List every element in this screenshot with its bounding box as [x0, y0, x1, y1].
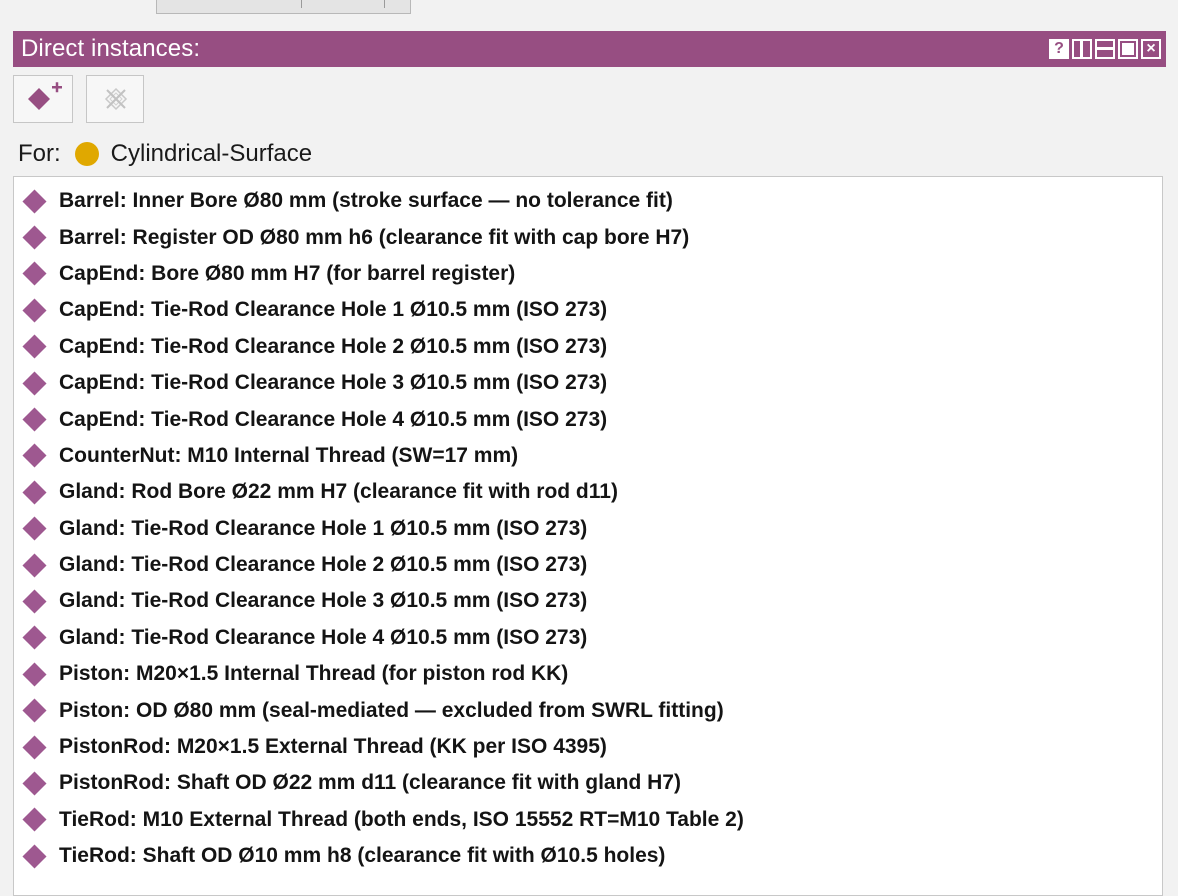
instance-diamond-icon [22, 334, 47, 359]
instance-diamond-icon [22, 261, 47, 286]
list-item[interactable]: PistonRod: Shaft OD Ø22 mm d11 (clearanc… [14, 765, 1162, 801]
instance-diamond-icon [22, 516, 47, 541]
instance-diamond-icon [22, 771, 47, 796]
list-item[interactable]: CapEnd: Bore Ø80 mm H7 (for barrel regis… [14, 256, 1162, 292]
tab-fragment[interactable] [156, 0, 411, 14]
instance-label: Gland: Tie-Rod Clearance Hole 3 Ø10.5 mm… [59, 589, 588, 613]
instance-diamond-icon [22, 443, 47, 468]
instance-diamond-icon [22, 844, 47, 869]
tab-strip [0, 0, 1178, 16]
list-item[interactable]: CapEnd: Tie-Rod Clearance Hole 4 Ø10.5 m… [14, 401, 1162, 437]
instance-diamond-icon [22, 480, 47, 505]
instance-diamond-icon [22, 371, 47, 396]
list-item[interactable]: TieRod: M10 External Thread (both ends, … [14, 802, 1162, 838]
class-circle-icon [74, 142, 99, 166]
instance-label: Gland: Tie-Rod Clearance Hole 1 Ø10.5 mm… [59, 516, 588, 540]
list-item[interactable]: TieRod: Shaft OD Ø10 mm h8 (clearance fi… [14, 838, 1162, 874]
list-item[interactable]: PistonRod: M20×1.5 External Thread (KK p… [14, 729, 1162, 765]
add-instance-icon [28, 82, 62, 110]
class-name[interactable]: Cylindrical-Surface [111, 140, 312, 168]
panel-titlebar: Direct instances: ? × [13, 31, 1166, 67]
close-icon[interactable]: × [1141, 39, 1161, 59]
list-item[interactable]: Piston: M20×1.5 Internal Thread (for pis… [14, 656, 1162, 692]
instance-diamond-icon [22, 407, 47, 432]
instance-diamond-icon [22, 589, 47, 614]
list-item[interactable]: Barrel: Inner Bore Ø80 mm (stroke surfac… [14, 183, 1162, 219]
panel-title: Direct instances: [21, 35, 201, 62]
instance-diamond-icon [22, 625, 47, 650]
instance-label: TieRod: Shaft OD Ø10 mm h8 (clearance fi… [59, 844, 666, 868]
instance-label: Gland: Rod Bore Ø22 mm H7 (clearance fit… [59, 480, 618, 504]
maximize-icon[interactable] [1118, 39, 1138, 59]
instances-list[interactable]: Barrel: Inner Bore Ø80 mm (stroke surfac… [13, 176, 1163, 896]
instance-diamond-icon [22, 225, 47, 250]
split-horizontal-icon[interactable] [1095, 39, 1115, 59]
instance-diamond-icon [22, 735, 47, 760]
window-controls: ? × [1049, 39, 1161, 59]
instance-label: Gland: Tie-Rod Clearance Hole 4 Ø10.5 mm… [59, 625, 588, 649]
create-instance-button[interactable] [13, 75, 73, 123]
instance-label: TieRod: M10 External Thread (both ends, … [59, 807, 744, 831]
instance-label: Barrel: Register OD Ø80 mm h6 (clearance… [59, 225, 690, 249]
help-icon[interactable]: ? [1049, 39, 1069, 59]
list-item[interactable]: CapEnd: Tie-Rod Clearance Hole 1 Ø10.5 m… [14, 292, 1162, 328]
list-item[interactable]: Gland: Rod Bore Ø22 mm H7 (clearance fit… [14, 474, 1162, 510]
list-item[interactable]: Gland: Tie-Rod Clearance Hole 2 Ø10.5 mm… [14, 547, 1162, 583]
instance-label: PistonRod: M20×1.5 External Thread (KK p… [59, 735, 607, 759]
direct-instances-view: Direct instances: ? × For: Cylindrical-S… [0, 0, 1178, 896]
instance-label: CapEnd: Tie-Rod Clearance Hole 1 Ø10.5 m… [59, 298, 608, 322]
instance-label: CounterNut: M10 Internal Thread (SW=17 m… [59, 443, 519, 467]
list-item[interactable]: CapEnd: Tie-Rod Clearance Hole 3 Ø10.5 m… [14, 365, 1162, 401]
delete-instance-icon [104, 87, 128, 111]
instance-label: CapEnd: Bore Ø80 mm H7 (for barrel regis… [59, 261, 516, 285]
instances-toolbar [13, 75, 144, 125]
instance-label: Piston: M20×1.5 Internal Thread (for pis… [59, 662, 569, 686]
for-class-row: For: Cylindrical-Surface [18, 138, 312, 170]
instance-label: CapEnd: Tie-Rod Clearance Hole 4 Ø10.5 m… [59, 407, 608, 431]
list-item[interactable]: CounterNut: M10 Internal Thread (SW=17 m… [14, 438, 1162, 474]
instance-diamond-icon [22, 553, 47, 578]
delete-instance-button[interactable] [86, 75, 144, 123]
instance-diamond-icon [22, 189, 47, 214]
instance-diamond-icon [22, 807, 47, 832]
list-item[interactable]: Gland: Tie-Rod Clearance Hole 4 Ø10.5 mm… [14, 620, 1162, 656]
instance-diamond-icon [22, 298, 47, 323]
list-item[interactable]: Gland: Tie-Rod Clearance Hole 1 Ø10.5 mm… [14, 511, 1162, 547]
instance-label: Gland: Tie-Rod Clearance Hole 2 Ø10.5 mm… [59, 553, 588, 577]
list-item[interactable]: Piston: OD Ø80 mm (seal-mediated — exclu… [14, 692, 1162, 728]
list-item[interactable]: Gland: Tie-Rod Clearance Hole 3 Ø10.5 mm… [14, 583, 1162, 619]
list-item[interactable]: CapEnd: Tie-Rod Clearance Hole 2 Ø10.5 m… [14, 329, 1162, 365]
instance-label: Barrel: Inner Bore Ø80 mm (stroke surfac… [59, 189, 673, 213]
instance-diamond-icon [22, 698, 47, 723]
list-item[interactable]: Barrel: Register OD Ø80 mm h6 (clearance… [14, 219, 1162, 255]
instance-label: CapEnd: Tie-Rod Clearance Hole 3 Ø10.5 m… [59, 371, 608, 395]
instance-diamond-icon [22, 662, 47, 687]
split-vertical-icon[interactable] [1072, 39, 1092, 59]
instance-label: CapEnd: Tie-Rod Clearance Hole 2 Ø10.5 m… [59, 334, 608, 358]
for-label: For: [18, 140, 61, 167]
instance-label: PistonRod: Shaft OD Ø22 mm d11 (clearanc… [59, 771, 681, 795]
instance-label: Piston: OD Ø80 mm (seal-mediated — exclu… [59, 698, 724, 722]
